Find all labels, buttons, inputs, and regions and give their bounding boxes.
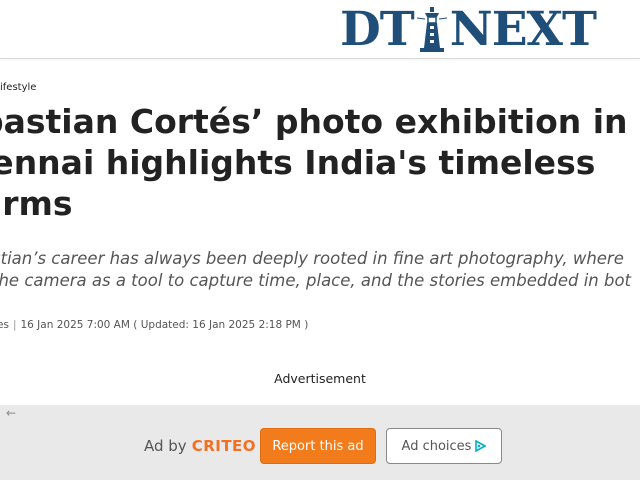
headline-line: pastian Cortés’ photo exhibition in [0, 102, 628, 141]
article-headline: pastian Cortés’ photo exhibition in ienn… [0, 101, 640, 224]
site-logo[interactable]: DT NEXT [340, 1, 597, 57]
headline-line: arms [0, 184, 73, 223]
ad-choices-label: Ad choices [401, 438, 472, 454]
headline-line: iennai highlights India's timeless [0, 143, 596, 182]
logo-text-left: DT [340, 1, 415, 57]
report-ad-label: Report this ad [272, 438, 364, 454]
lighthouse-logo-icon [416, 7, 447, 52]
published-date: 16 Jan 2025 7:00 AM [20, 319, 130, 331]
standfirst-line: stian’s career has always been deeply ro… [0, 249, 624, 268]
logo-text-right: NEXT [449, 1, 597, 57]
standfirst-line: the camera as a tool to capture time, pl… [0, 271, 632, 290]
criteo-logo: CRITEO [191, 437, 257, 455]
adchoices-icon [475, 440, 487, 452]
ad-by-criteo: Ad by CRITEO [144, 437, 256, 455]
back-arrow-icon[interactable]: ← [6, 406, 16, 420]
article-meta: es | 16 Jan 2025 7:00 AM ( Updated: 16 Jan… [0, 319, 308, 331]
report-ad-button[interactable]: Report this ad [260, 428, 376, 464]
site-header: DT NEXT [0, 0, 640, 59]
article-category[interactable]: ifestyle [0, 82, 36, 93]
ad-by-label: Ad by [144, 437, 187, 455]
ad-choices-button[interactable]: Ad choices [386, 428, 502, 464]
author-name[interactable]: es [0, 319, 9, 331]
updated-date: ( Updated: 16 Jan 2025 2:18 PM ) [133, 319, 309, 331]
article-standfirst: stian’s career has always been deeply ro… [0, 248, 640, 292]
meta-divider: | [12, 319, 17, 331]
advertisement-label: Advertisement [274, 371, 366, 386]
